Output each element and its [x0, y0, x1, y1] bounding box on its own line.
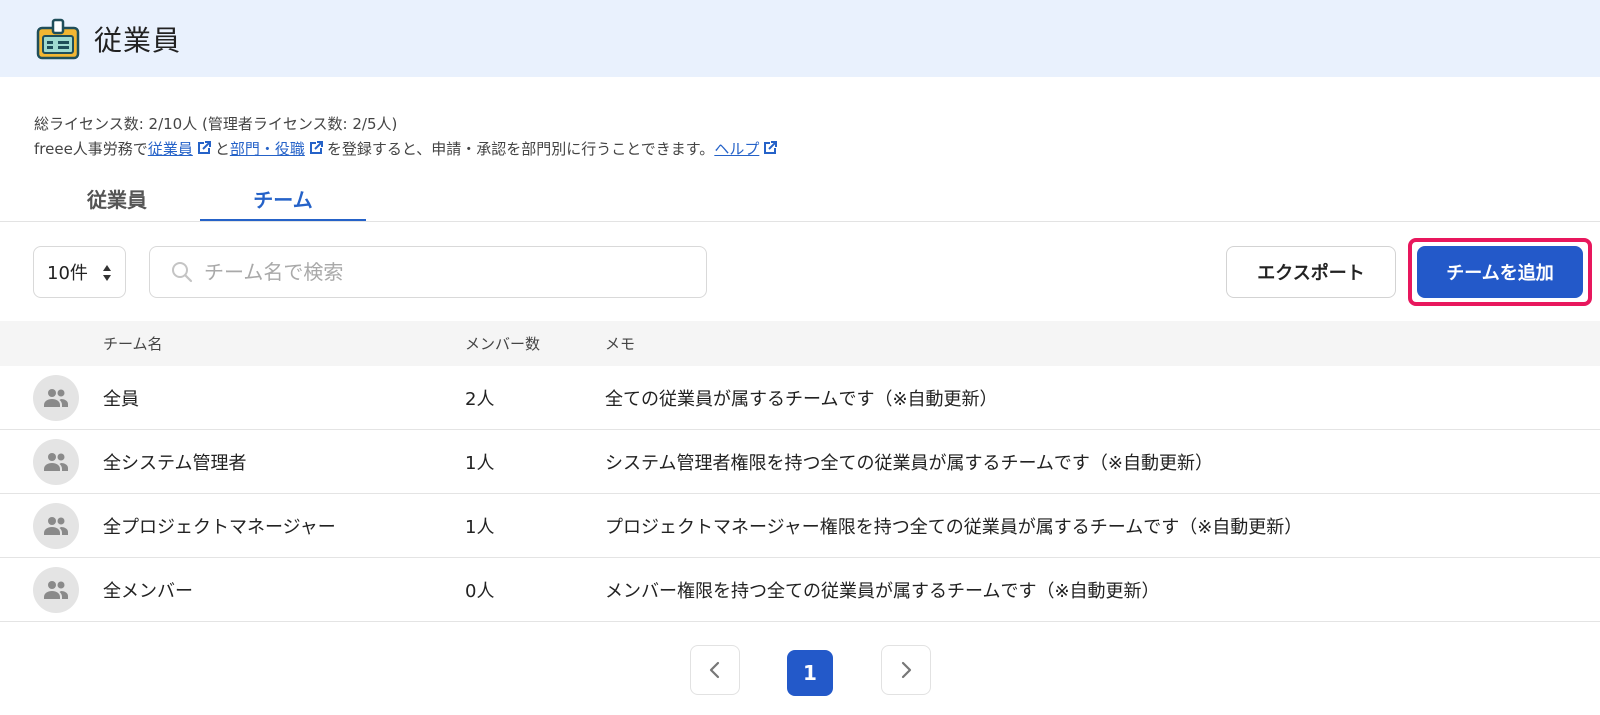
select-arrows-icon	[103, 265, 111, 281]
next-page-button[interactable]	[881, 645, 931, 695]
table-row[interactable]: 全プロジェクトマネージャー 1人 プロジェクトマネージャー権限を持つ全ての従業員…	[0, 494, 1600, 558]
employee-link[interactable]: 従業員	[148, 140, 193, 158]
id-badge-icon	[36, 18, 80, 59]
export-button[interactable]: エクスポート	[1226, 246, 1396, 298]
page-header: 従業員	[0, 0, 1600, 77]
table-header: チーム名 メンバー数 メモ	[0, 321, 1600, 366]
member-count: 1人	[465, 516, 495, 538]
license-info: 総ライセンス数: 2/10人 (管理者ライセンス数: 2/5人) freee人事…	[34, 112, 781, 162]
table-row[interactable]: 全員 2人 全ての従業員が属するチームです（※自動更新）	[0, 366, 1600, 430]
per-page-value: 10件	[47, 263, 88, 284]
team-avatar	[33, 566, 79, 613]
department-link[interactable]: 部門・役職	[230, 140, 305, 158]
team-memo: プロジェクトマネージャー権限を持つ全ての従業員が属するチームです（※自動更新）	[605, 516, 1303, 538]
tab-divider	[0, 221, 1600, 222]
group-icon	[44, 388, 68, 407]
external-link-icon[interactable]	[195, 139, 213, 157]
info-text-prefix: freee人事労務で	[34, 140, 148, 158]
team-memo: メンバー権限を持つ全ての従業員が属するチームです（※自動更新）	[605, 580, 1160, 602]
table-row[interactable]: 全メンバー 0人 メンバー権限を持つ全ての従業員が属するチームです（※自動更新）	[0, 558, 1600, 622]
search-icon	[172, 262, 193, 283]
team-table: チーム名 メンバー数 メモ 全員 2人 全ての従業員が属するチームです（※自動更…	[0, 321, 1600, 622]
team-name[interactable]: 全メンバー	[103, 577, 465, 603]
team-search-input[interactable]	[204, 260, 684, 284]
header-memo: メモ	[605, 335, 636, 353]
license-count: 総ライセンス数: 2/10人 (管理者ライセンス数: 2/5人)	[34, 115, 398, 133]
member-count: 0人	[465, 580, 495, 602]
row-avatar-cell	[0, 566, 103, 613]
group-icon	[44, 516, 68, 535]
add-team-button[interactable]: チームを追加	[1417, 246, 1583, 298]
team-avatar	[33, 502, 79, 549]
row-avatar-cell	[0, 502, 103, 549]
external-link-icon[interactable]	[761, 139, 779, 157]
team-name[interactable]: 全員	[103, 385, 465, 411]
page-number-current[interactable]: 1	[787, 650, 833, 696]
page-title: 従業員	[94, 23, 182, 57]
prev-page-button[interactable]	[690, 645, 740, 695]
team-name[interactable]: 全プロジェクトマネージャー	[103, 513, 465, 539]
member-count: 1人	[465, 452, 495, 474]
group-icon	[44, 580, 68, 599]
team-memo: 全ての従業員が属するチームです（※自動更新）	[605, 388, 998, 410]
header-team-name: チーム名	[103, 335, 163, 353]
team-avatar	[33, 374, 79, 421]
team-search-box[interactable]	[149, 246, 707, 298]
group-icon	[44, 452, 68, 471]
chevron-left-icon	[709, 661, 720, 679]
external-link-icon[interactable]	[307, 139, 325, 157]
team-avatar	[33, 438, 79, 485]
team-name[interactable]: 全システム管理者	[103, 449, 465, 475]
tab-bar: 従業員 チーム	[34, 178, 366, 222]
header-member-count: メンバー数	[465, 335, 541, 353]
info-text-and: と	[214, 140, 230, 158]
tab-teams[interactable]: チーム	[200, 178, 366, 222]
info-text-suffix: を登録すると、申請・承認を部門別に行うことできます。	[326, 140, 715, 158]
info-description: freee人事労務で従業員 と部門・役職 を登録すると、申請・承認を部門別に行うこと…	[34, 137, 781, 162]
per-page-select[interactable]: 10件	[33, 246, 126, 298]
help-link[interactable]: ヘルプ	[714, 140, 759, 158]
tab-employees[interactable]: 従業員	[34, 178, 200, 222]
table-row[interactable]: 全システム管理者 1人 システム管理者権限を持つ全ての従業員が属するチームです（…	[0, 430, 1600, 494]
team-memo: システム管理者権限を持つ全ての従業員が属するチームです（※自動更新）	[605, 452, 1213, 474]
chevron-right-icon	[901, 661, 912, 679]
row-avatar-cell	[0, 374, 103, 421]
member-count: 2人	[465, 388, 495, 410]
row-avatar-cell	[0, 438, 103, 485]
